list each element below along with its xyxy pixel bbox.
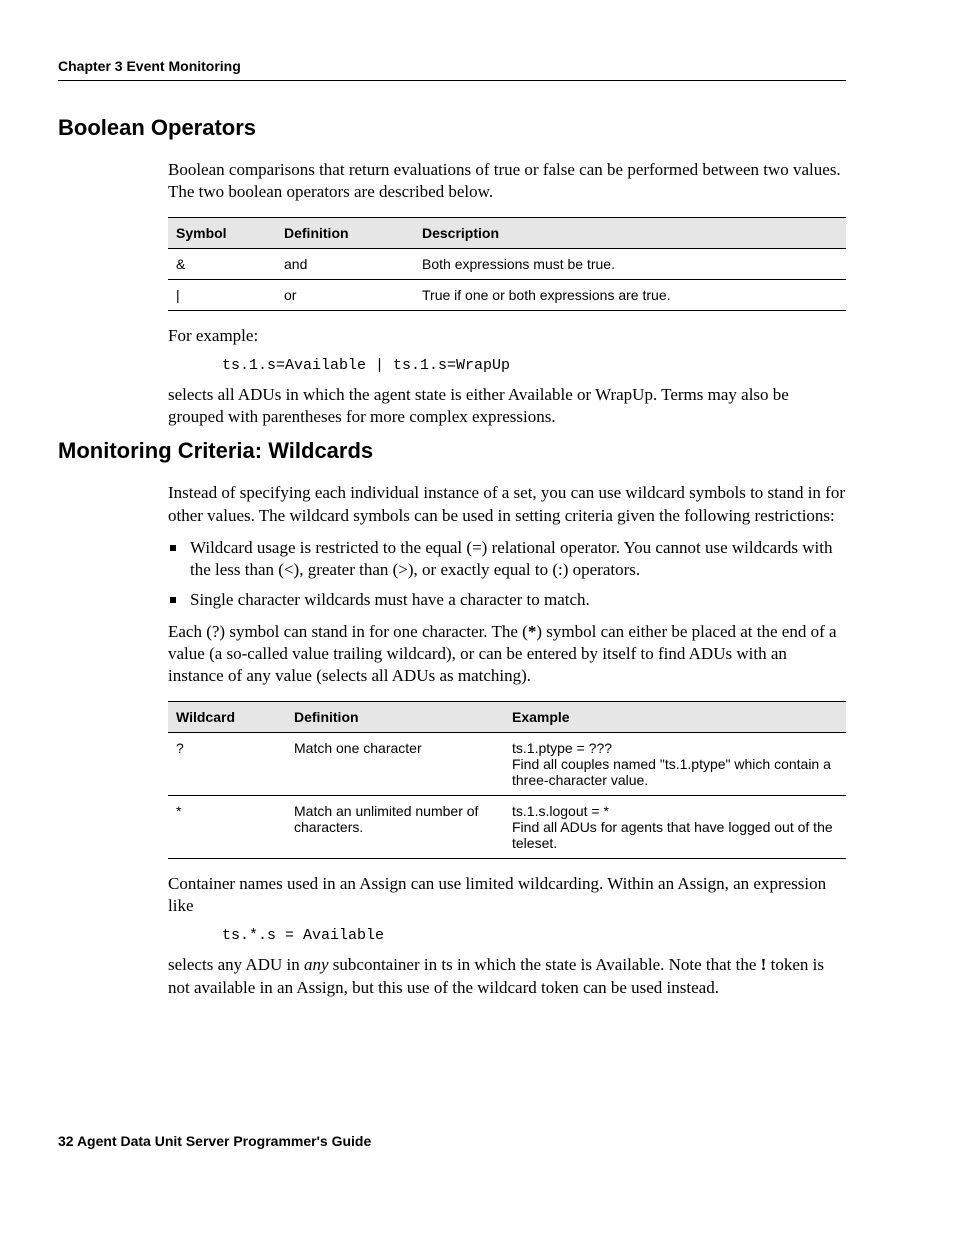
list-item: Wildcard usage is restricted to the equa… [168,537,846,581]
table-row: & and Both expressions must be true. [168,249,846,280]
running-header: Chapter 3 Event Monitoring [58,58,846,81]
col-symbol: Symbol [168,218,276,249]
text: subcontainer in ts in which the state is… [329,955,761,974]
table-boolean-operators: Symbol Definition Description & and Both… [168,217,846,311]
cell: Match an unlimited number of characters. [286,796,504,859]
table-row: | or True if one or both expressions are… [168,280,846,311]
cell: True if one or both expressions are true… [414,280,846,311]
cell: | [168,280,276,311]
paragraph: For example: [168,325,846,347]
text: Each (?) symbol can stand in for one cha… [168,622,528,641]
col-definition: Definition [286,702,504,733]
section-heading-wildcards: Monitoring Criteria: Wildcards [58,438,846,464]
col-definition: Definition [276,218,414,249]
text: selects any ADU in [168,955,304,974]
col-example: Example [504,702,846,733]
cell: ts.1.ptype = ??? Find all couples named … [504,733,846,796]
paragraph: Container names used in an Assign can us… [168,873,846,917]
paragraph: selects all ADUs in which the agent stat… [168,384,846,428]
paragraph: Each (?) symbol can stand in for one cha… [168,621,846,687]
table-wildcards: Wildcard Definition Example ? Match one … [168,701,846,859]
page-footer: 32 Agent Data Unit Server Programmer's G… [58,1133,371,1149]
code-block: ts.*.s = Available [222,927,846,944]
cell: or [276,280,414,311]
section-heading-boolean-operators: Boolean Operators [58,115,846,141]
cell: ts.1.s.logout = * Find all ADUs for agen… [504,796,846,859]
table-header-row: Wildcard Definition Example [168,702,846,733]
cell: & [168,249,276,280]
emph-text: any [304,955,329,974]
table-header-row: Symbol Definition Description [168,218,846,249]
cell: Match one character [286,733,504,796]
list-item: Single character wildcards must have a c… [168,589,846,611]
paragraph: Instead of specifying each individual in… [168,482,846,526]
bullet-list: Wildcard usage is restricted to the equa… [168,537,846,611]
paragraph: Boolean comparisons that return evaluati… [168,159,846,203]
table-row: * Match an unlimited number of character… [168,796,846,859]
code-block: ts.1.s=Available | ts.1.s=WrapUp [222,357,846,374]
cell: and [276,249,414,280]
col-wildcard: Wildcard [168,702,286,733]
paragraph: selects any ADU in any subcontainer in t… [168,954,846,998]
cell: * [168,796,286,859]
cell: ? [168,733,286,796]
col-description: Description [414,218,846,249]
cell: Both expressions must be true. [414,249,846,280]
table-row: ? Match one character ts.1.ptype = ??? F… [168,733,846,796]
